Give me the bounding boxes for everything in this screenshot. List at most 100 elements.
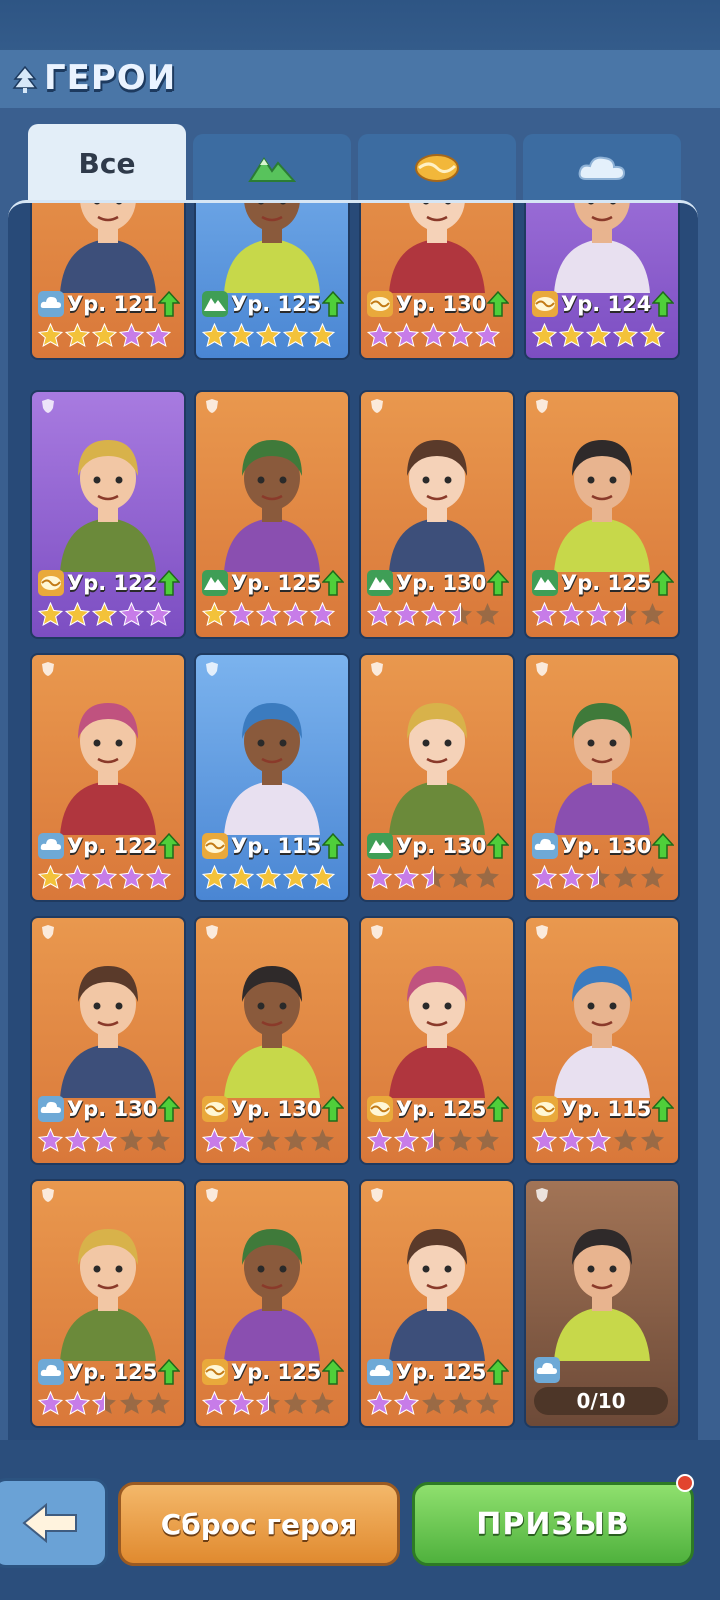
hero-level: Ур. 130 <box>396 292 487 316</box>
hero-card[interactable]: Ур. 130 <box>359 653 515 902</box>
half-star-icon <box>613 602 637 626</box>
hero-card[interactable]: Ур. 124 <box>524 203 680 360</box>
hero-card[interactable]: Ур. 125 <box>359 1179 515 1428</box>
hero-level-row: Ур. 125 <box>367 1357 510 1387</box>
hero-card[interactable]: Ур. 125 <box>194 203 350 360</box>
role-icon <box>536 1188 548 1202</box>
empty-star-icon <box>311 1392 334 1414</box>
role-icon <box>536 399 548 413</box>
empty-star-icon <box>449 1129 472 1151</box>
hero-card[interactable]: Ур. 115 <box>524 916 680 1165</box>
empty-star-icon <box>449 1392 472 1414</box>
purple-star-icon <box>394 865 419 889</box>
upgrade-arrow-icon <box>652 833 675 859</box>
hero-card[interactable]: Ур. 125 <box>194 1179 350 1428</box>
purple-star-icon <box>394 1391 419 1415</box>
hero-card[interactable]: Ур. 130 <box>194 916 350 1165</box>
hero-card[interactable]: Ур. 130 <box>524 653 680 902</box>
purple-star-icon <box>559 865 584 889</box>
purple-star-icon <box>421 323 446 347</box>
gold-star-icon <box>202 323 227 347</box>
role-icon <box>42 1188 54 1202</box>
purple-star-icon <box>586 602 611 626</box>
gold-star-icon <box>310 865 335 889</box>
gold-star-icon <box>229 323 254 347</box>
hero-level: Ур. 130 <box>67 1097 158 1121</box>
locked-hero-card[interactable]: 0/10 <box>524 1179 680 1428</box>
half-star-icon <box>586 865 610 889</box>
back-button[interactable] <box>0 1478 108 1568</box>
hero-card[interactable]: Ур. 130 <box>359 390 515 639</box>
purple-star-icon <box>394 1128 419 1152</box>
upgrade-arrow-icon <box>487 833 510 859</box>
summon-button[interactable]: ПРИЗЫВ <box>412 1482 694 1566</box>
heroes-grid: Ур. 121 Ур. 125 Ур. 130 Ур. 124 Ур. 122 Ур. 1… <box>8 200 698 1443</box>
purple-star-icon <box>532 602 557 626</box>
upgrade-arrow-icon <box>487 291 510 317</box>
tab-cloud[interactable] <box>523 134 681 202</box>
notification-dot <box>676 1474 694 1492</box>
hero-card[interactable]: Ур. 125 <box>194 390 350 639</box>
gold-star-icon <box>256 865 281 889</box>
hero-level: Ур. 124 <box>561 292 652 316</box>
purple-star-icon <box>448 323 473 347</box>
hero-portrait <box>224 703 320 835</box>
purple-star-icon <box>367 1128 392 1152</box>
hero-level-row: Ур. 124 <box>532 289 675 319</box>
tab-desert[interactable] <box>358 134 516 202</box>
hero-card[interactable]: Ур. 115 <box>194 653 350 902</box>
hero-card[interactable]: Ур. 121 <box>30 203 186 360</box>
empty-star-icon <box>257 1129 280 1151</box>
purple-star-icon <box>310 602 335 626</box>
hero-stars <box>532 1128 672 1154</box>
tab-mountain[interactable] <box>193 134 351 202</box>
empty-star-icon <box>476 603 499 625</box>
hero-card[interactable]: Ур. 125 <box>359 916 515 1165</box>
hero-card[interactable]: Ур. 125 <box>30 1179 186 1428</box>
purple-star-icon <box>367 323 392 347</box>
summon-label: ПРИЗЫВ <box>476 1506 630 1542</box>
role-icon <box>206 399 218 413</box>
purple-star-icon <box>65 865 90 889</box>
reset-hero-button[interactable]: Сброс героя <box>118 1482 400 1566</box>
role-icon <box>371 1188 383 1202</box>
mountain-element-icon <box>202 570 228 596</box>
hero-stars <box>202 1391 342 1417</box>
page-title: ГЕРОИ <box>44 58 177 98</box>
hero-card[interactable]: Ур. 122 <box>30 390 186 639</box>
purple-star-icon <box>532 1128 557 1152</box>
cloud-element-icon <box>38 1096 64 1122</box>
tab-all-label: Все <box>78 146 136 180</box>
purple-star-icon <box>92 1128 117 1152</box>
purple-star-icon <box>475 323 500 347</box>
hero-level: Ур. 125 <box>231 571 322 595</box>
hero-stars <box>38 865 178 891</box>
hero-card[interactable]: Ур. 125 <box>524 390 680 639</box>
purple-star-icon <box>559 602 584 626</box>
empty-star-icon <box>147 1129 170 1151</box>
hero-portrait <box>224 966 320 1098</box>
hero-stars <box>202 1128 342 1154</box>
hero-stars <box>367 1128 507 1154</box>
purple-star-icon <box>229 602 254 626</box>
hero-portrait <box>554 1229 650 1361</box>
hero-portrait <box>60 203 156 293</box>
purple-star-icon <box>367 602 392 626</box>
gold-star-icon <box>640 323 665 347</box>
hero-card[interactable]: Ур. 122 <box>30 653 186 902</box>
hero-stars <box>202 865 342 891</box>
hero-stars <box>38 323 178 349</box>
empty-star-icon <box>284 1392 307 1414</box>
upgrade-arrow-icon <box>652 1096 675 1122</box>
role-icon <box>206 1188 218 1202</box>
hero-level-row: Ур. 115 <box>532 1094 675 1124</box>
hero-card[interactable]: Ур. 130 <box>30 916 186 1165</box>
hero-level: Ур. 125 <box>396 1360 487 1384</box>
upgrade-arrow-icon <box>322 833 345 859</box>
hero-card[interactable]: Ур. 130 <box>359 203 515 360</box>
gold-star-icon <box>38 865 63 889</box>
hero-level: Ур. 115 <box>561 1097 652 1121</box>
gold-star-icon <box>559 323 584 347</box>
tab-all[interactable]: Все <box>28 124 186 202</box>
hero-portrait <box>60 966 156 1098</box>
